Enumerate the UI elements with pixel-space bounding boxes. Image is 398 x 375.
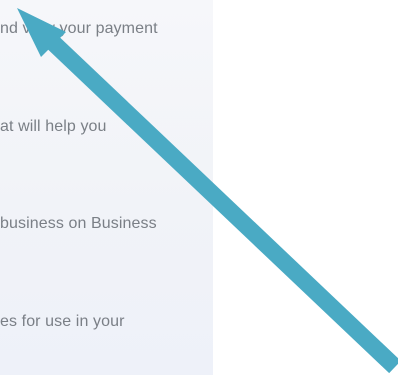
list-item-text: es for use in your xyxy=(0,313,125,330)
list-item-text: nd view your payment xyxy=(0,20,158,37)
list-item-text: business on Business xyxy=(0,215,157,232)
screen: nd view your payment at will help you bu… xyxy=(0,0,398,375)
list-item-text: at will help you xyxy=(0,118,107,135)
left-panel: nd view your payment at will help you bu… xyxy=(0,0,213,375)
